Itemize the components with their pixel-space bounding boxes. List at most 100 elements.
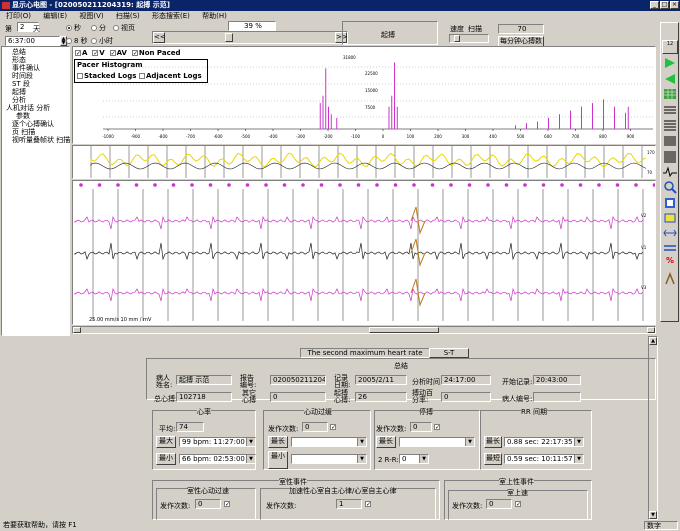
tree-item[interactable]: 人机对话 分析 xyxy=(4,104,69,112)
total-beats-label: 总心搏: xyxy=(154,395,178,403)
hr-min-button[interactable]: 最小 xyxy=(156,453,176,465)
scroll-up-button[interactable]: ▲ xyxy=(649,337,657,345)
scroll-thumb[interactable] xyxy=(369,327,439,333)
layout-2-icon[interactable] xyxy=(662,103,678,117)
tachy-longest-button[interactable]: 最长 xyxy=(268,436,288,448)
radio-hour-dot[interactable] xyxy=(91,38,97,44)
tree-item[interactable]: 页 扫描 xyxy=(4,128,69,136)
beat-marker xyxy=(319,183,324,187)
filter-icon[interactable] xyxy=(662,211,678,225)
percent-icon[interactable]: % xyxy=(662,256,678,270)
layout-3-icon[interactable] xyxy=(662,118,678,132)
accel-check[interactable]: ✓ xyxy=(365,501,371,508)
patient-no-label: 病人编号: xyxy=(502,395,533,403)
measure-icon[interactable] xyxy=(662,226,678,240)
scroll-left-button[interactable] xyxy=(73,327,81,333)
grid-icon[interactable] xyxy=(662,87,678,101)
menu-edit[interactable]: 编辑(E) xyxy=(43,12,67,20)
radio-8sec[interactable]: 8 秒 xyxy=(66,36,88,46)
pause-rr-select[interactable]: 0 ▼ xyxy=(399,454,429,464)
beat-marker xyxy=(190,183,194,187)
radio-sec[interactable]: 秒 xyxy=(66,23,81,33)
calipers-icon[interactable] xyxy=(662,271,678,286)
rewind-icon[interactable] xyxy=(662,72,678,86)
tachy-check[interactable]: ✓ xyxy=(330,424,336,431)
menu-morph-search[interactable]: 形态搜索(E) xyxy=(152,12,190,20)
chevron-down-icon[interactable]: ▼ xyxy=(357,438,366,446)
radio-sec-dot[interactable] xyxy=(66,25,72,31)
tree-item[interactable]: 逐个心搏确认 xyxy=(4,120,69,128)
tree-item[interactable]: 时间段 xyxy=(4,72,69,80)
pacing-pct-label: 搏动百分率: xyxy=(412,389,433,404)
maximize-button[interactable]: □ xyxy=(660,1,669,9)
summary-scrollbar[interactable]: ▲ ▼ xyxy=(648,336,658,520)
menu-view[interactable]: 视图(V) xyxy=(79,12,103,20)
speed-slider[interactable] xyxy=(449,34,489,43)
rr-shortest-button[interactable]: 最短 xyxy=(484,453,502,465)
minimize-button[interactable]: _ xyxy=(650,1,659,9)
menu-print[interactable]: 打印(O) xyxy=(6,12,31,20)
radio-min-dot[interactable] xyxy=(91,25,97,31)
hr-min-select[interactable]: 66 bpm: 02:53:00 第2天▼ xyxy=(179,454,256,464)
tree-item[interactable]: 事件确认 xyxy=(4,64,69,72)
layout-4-icon[interactable] xyxy=(662,134,678,148)
ecg-scrollbar[interactable] xyxy=(72,326,656,334)
scroll-right-button[interactable] xyxy=(647,327,655,333)
chevron-down-icon[interactable]: ▼ xyxy=(246,438,255,446)
layout-5-icon[interactable] xyxy=(662,150,678,164)
radio-hour[interactable]: 小时 xyxy=(91,36,113,46)
vtach-check[interactable]: ✓ xyxy=(224,501,230,508)
radio-page[interactable]: 视页 xyxy=(113,23,135,33)
scroll-down-button[interactable]: ▼ xyxy=(649,511,657,519)
st-button[interactable]: S-T xyxy=(429,348,469,358)
pause-longest-button[interactable]: 最长 xyxy=(376,436,396,448)
radio-8sec-dot[interactable] xyxy=(66,38,72,44)
tree-item[interactable]: 总结 xyxy=(4,48,69,56)
lead-12-icon[interactable]: 12 xyxy=(662,40,678,54)
rr-longest-button[interactable]: 最长 xyxy=(484,436,502,448)
menu-scan[interactable]: 扫描(S) xyxy=(116,12,140,20)
lines-icon[interactable] xyxy=(662,241,678,255)
rr-longest-select[interactable]: 0.88 sec: 22:17:35 第1天▼ xyxy=(504,437,584,447)
settings-icon[interactable] xyxy=(662,196,678,210)
speed-thumb[interactable] xyxy=(454,35,460,42)
zoom-icon[interactable] xyxy=(662,180,678,194)
supra-check[interactable]: ✓ xyxy=(515,501,521,508)
menu-help[interactable]: 帮助(H) xyxy=(202,12,227,20)
histogram-panel: ✓A ✓V ✓AV ✓Non Paced Pacer Histogram Sta… xyxy=(72,46,656,144)
waveform-icon[interactable] xyxy=(662,165,678,179)
position-slider[interactable]: << >> xyxy=(152,31,348,44)
tachy-shortest-button[interactable]: 最小 xyxy=(268,451,288,469)
tree-item[interactable]: 参数 xyxy=(4,112,69,120)
nav-back-button[interactable]: << xyxy=(153,32,166,43)
close-button[interactable]: × xyxy=(670,1,679,9)
tree-item[interactable]: 分析 xyxy=(4,96,69,104)
hr-max-select[interactable]: 99 bpm: 11:27:00 第2天▼ xyxy=(179,437,256,447)
pause-count: 0 xyxy=(410,422,432,432)
radio-min[interactable]: 分 xyxy=(91,23,106,33)
slider-thumb[interactable] xyxy=(225,33,233,42)
tab-second-max-hr[interactable]: The second maximum heart rate xyxy=(300,348,430,358)
chevron-down-icon[interactable]: ▼ xyxy=(465,438,474,446)
chevron-down-icon[interactable]: ▼ xyxy=(574,455,583,463)
tree-item[interactable]: 形态 xyxy=(4,56,69,64)
pause-check[interactable]: ✓ xyxy=(434,424,440,431)
play-icon[interactable] xyxy=(662,56,678,70)
chevron-down-icon[interactable]: ▼ xyxy=(574,438,583,446)
chevron-down-icon[interactable]: ▼ xyxy=(419,455,428,463)
rr-shortest-select[interactable]: 0.59 sec: 10:11:57 第2天▼ xyxy=(504,454,584,464)
tree-item[interactable]: 视听量叠帧状 扫描 xyxy=(4,136,70,144)
radio-page-dot[interactable] xyxy=(113,25,119,31)
chevron-down-icon[interactable]: ▼ xyxy=(246,455,255,463)
tachy-longest-select[interactable]: ▼ xyxy=(291,437,367,447)
beat-marker xyxy=(227,183,231,187)
tachy-shortest-select[interactable]: ▼ xyxy=(291,454,367,464)
hr-max-button[interactable]: 最大 xyxy=(156,436,176,448)
chevron-down-icon[interactable]: ▼ xyxy=(357,455,366,463)
hist-tick-label: -300 xyxy=(296,134,306,139)
pause-longest-select[interactable]: ▼ xyxy=(399,437,475,447)
speed-label: 速度 xyxy=(450,25,464,33)
tree-item[interactable]: 起搏 xyxy=(4,88,69,96)
time-input[interactable]: 6:37:00 xyxy=(5,36,60,46)
tree-item[interactable]: ST 段 xyxy=(4,80,69,88)
